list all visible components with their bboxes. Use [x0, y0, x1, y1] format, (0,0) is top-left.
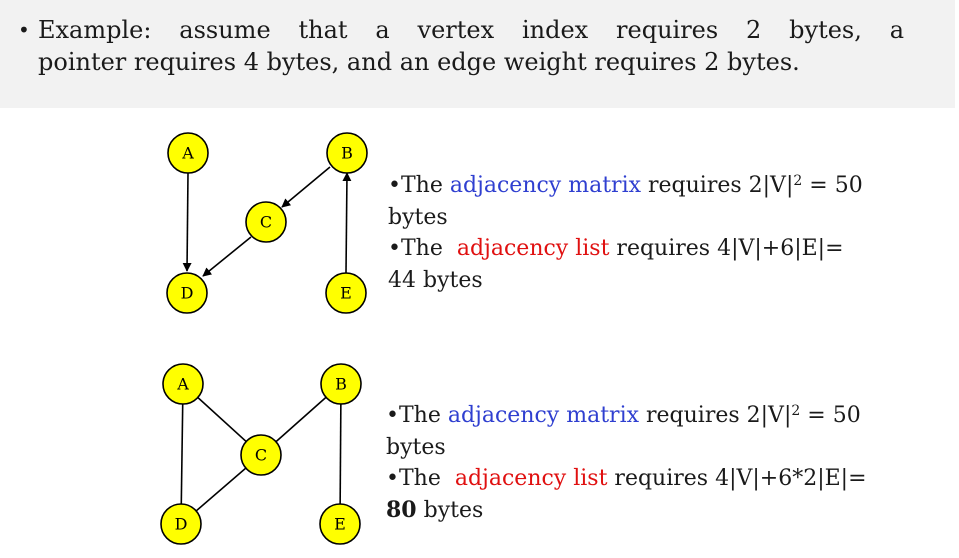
graph2-matrix-superscript: 2	[791, 403, 801, 419]
graph2-matrix-bullet: •	[386, 403, 399, 428]
graph1-list-bullet: •	[388, 236, 401, 261]
graph1-node-a: A	[167, 132, 209, 174]
graph2-list-term: adjacency list	[454, 466, 608, 491]
graph1-list-line: •The adjacency list requires 4|V|+6|E|=	[388, 233, 863, 265]
graph2-list-bullet: •	[386, 466, 399, 491]
graph2-matrix-the: The	[398, 403, 448, 428]
graph1-matrix-requires: requires 2|V|	[641, 173, 794, 198]
graph1-node-e-label: E	[340, 284, 352, 303]
graph2-matrix-term: adjacency matrix	[447, 403, 640, 428]
graph2-matrix-unit: bytes	[386, 434, 446, 460]
graph2-node-c-label: C	[255, 446, 267, 465]
graph2-node-b-label: B	[335, 375, 347, 394]
edge-a-d2	[180, 383, 184, 525]
graph2-node-d-label: D	[175, 515, 188, 534]
graph2-list-requires: requires 4|V|+6*2|E|=	[607, 466, 867, 491]
graph1-list-the: The	[400, 236, 457, 261]
graph1-list-result: 44 bytes	[388, 265, 863, 297]
graph2-list-value: 80	[386, 496, 417, 523]
graph1-matrix-unit: bytes	[388, 204, 448, 230]
edge-b-c	[281, 166, 331, 208]
graph1-node-a-label: A	[181, 144, 194, 163]
edge-a-d	[182, 172, 192, 272]
graph2-list-result: 80 bytes	[386, 495, 867, 527]
graph1-node-b-label: B	[341, 144, 353, 163]
graph1-matrix-superscript: 2	[793, 173, 803, 189]
graph1-node-d: D	[166, 272, 208, 314]
undirected-graph: A B C D E	[160, 363, 362, 545]
graph1-matrix-the: The	[400, 173, 450, 198]
graph1-info: •The adjacency matrix requires 2|V|2 = 5…	[388, 166, 863, 296]
graph2-node-d: D	[160, 503, 202, 545]
graph2-list-line: •The adjacency list requires 4|V|+6*2|E|…	[386, 463, 867, 495]
graph1-node-c-label: C	[260, 213, 272, 232]
edge-c-d	[202, 236, 252, 277]
graph1-node-c: C	[245, 201, 287, 243]
graph1-list-unit: bytes	[416, 267, 483, 293]
graph1-node-e: E	[325, 272, 367, 314]
graph1-matrix-line: •The adjacency matrix requires 2|V|2 = 5…	[388, 166, 863, 202]
edge-b-e	[339, 383, 342, 525]
graph2-node-a: A	[162, 363, 204, 405]
directed-graph: A B C D E	[166, 132, 368, 314]
graph2-node-c: C	[240, 434, 282, 476]
edge-e-b	[342, 172, 352, 274]
graph1-matrix-bullet: •	[388, 173, 401, 198]
graph1-node-b: B	[326, 132, 368, 174]
graph2-node-e-label: E	[334, 515, 346, 534]
graph2-node-e: E	[319, 503, 361, 545]
graph1-list-requires: requires 4|V|+6|E|=	[609, 236, 844, 261]
graph1-list-value: 44	[388, 267, 416, 293]
graph2-list-unit: bytes	[416, 497, 484, 523]
graph1-matrix-equals: = 50	[802, 173, 863, 198]
graph2-list-the: The	[398, 466, 455, 491]
graph1-list-term: adjacency list	[456, 236, 610, 261]
graph2-matrix-line: •The adjacency matrix requires 2|V|2 = 5…	[386, 396, 867, 432]
graph2-node-b: B	[320, 363, 362, 405]
graph2-node-a-label: A	[176, 375, 189, 394]
graph1-node-d-label: D	[181, 284, 194, 303]
graph1-matrix-term: adjacency matrix	[449, 173, 642, 198]
graph2-matrix-requires: requires 2|V|	[639, 403, 792, 428]
graph2-matrix-equals: = 50	[800, 403, 861, 428]
graph2-info: •The adjacency matrix requires 2|V|2 = 5…	[386, 396, 867, 526]
